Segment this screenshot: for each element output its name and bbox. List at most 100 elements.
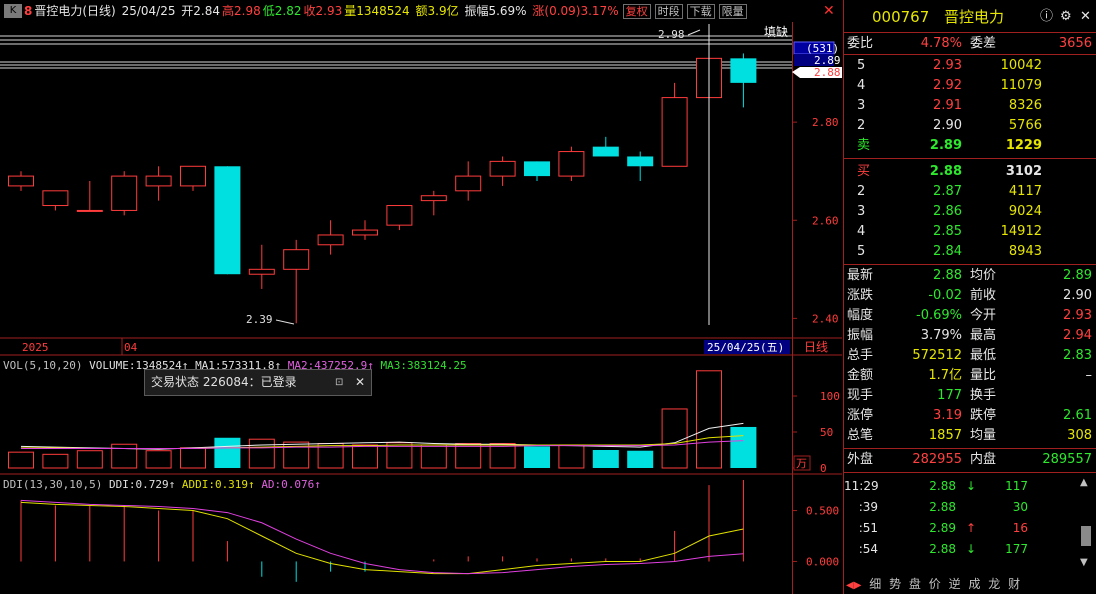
ask-row[interactable]: 3 2.91 8326 <box>844 96 1096 116</box>
stat-label: 最低 <box>970 348 997 363</box>
bid-row[interactable]: 5 2.84 8943 <box>844 242 1096 262</box>
tick-volume: 30 <box>1012 500 1028 514</box>
ask-row[interactable]: 2 2.90 5766 <box>844 116 1096 136</box>
stat-row: 总笔 1857 均量 308 <box>844 426 1096 446</box>
tick-time: :51 <box>858 521 878 535</box>
stat-value: -0.69% <box>916 308 962 323</box>
ask-level: 5 <box>857 58 866 73</box>
close-icon[interactable]: ✕ <box>355 370 365 395</box>
bid-level: 3 <box>857 204 866 219</box>
stat-label: 今开 <box>970 308 997 323</box>
kline-icon[interactable]: K <box>4 4 22 18</box>
stat-label: 现手 <box>847 388 874 403</box>
tab-trades[interactable]: 成 <box>968 574 980 594</box>
tab-trend[interactable]: 势 <box>889 574 901 594</box>
candle-body <box>248 268 275 275</box>
candle-body <box>455 175 482 192</box>
tab-detail[interactable]: 细 <box>869 574 881 594</box>
bar-open: 开2.84 <box>181 4 221 18</box>
commission-ratio-label: 委比 <box>847 36 874 51</box>
stat-value: 2.89 <box>1063 268 1092 283</box>
ad-line <box>20 499 744 575</box>
candle-body <box>558 151 585 177</box>
tab-price[interactable]: 价 <box>929 574 941 594</box>
bid-row[interactable]: 买 2.88 3102 <box>844 162 1096 182</box>
panel-tabs[interactable]: ◀▶ 细 势 盘 价 逆 成 龙 财 <box>844 574 1096 594</box>
stat-label: 最高 <box>970 328 997 343</box>
tab-dragon[interactable]: 龙 <box>988 574 1000 594</box>
stat-value: 2.90 <box>1063 288 1092 303</box>
stat-label: 涨跌 <box>847 288 874 303</box>
download-button[interactable]: 下载 <box>686 4 715 19</box>
bid-level: 买 <box>857 164 871 179</box>
candle-body <box>111 175 138 211</box>
stat-label: 总手 <box>847 348 874 363</box>
bid-row[interactable]: 2 2.87 4117 <box>844 182 1096 202</box>
bid-volume: 8943 <box>1008 244 1042 259</box>
tick-price: 2.88 <box>929 479 956 493</box>
tick-row: :39 2.88 30 <box>844 497 1096 517</box>
tab-finance[interactable]: 财 <box>1008 574 1020 594</box>
vol-axis-label: 100 <box>820 390 840 403</box>
bar-close: 收2.93 <box>303 4 343 18</box>
bid-price: 2.84 <box>933 244 962 259</box>
tab-book[interactable]: 盘 <box>909 574 921 594</box>
volume-bar <box>111 443 138 469</box>
bar-amount: 额3.9亿 <box>415 4 459 18</box>
info-icon[interactable]: ⓘ <box>1040 6 1053 28</box>
volume-bar <box>489 443 516 469</box>
stat-label: 前收 <box>970 288 997 303</box>
limit-button[interactable]: 限量 <box>718 4 747 19</box>
stat-row: 振幅 3.79% 最高 2.94 <box>844 326 1096 346</box>
bid-level: 5 <box>857 244 866 259</box>
tab-reverse[interactable]: 逆 <box>949 574 961 594</box>
restore-button[interactable]: 复权 <box>622 4 651 19</box>
stock-code: 000767 <box>872 8 930 26</box>
tick-time: :54 <box>858 542 878 556</box>
tick-volume: 177 <box>1005 542 1028 556</box>
tick-row: 11:29 2.88 ↓ 117 <box>844 476 1096 496</box>
bid-row[interactable]: 3 2.86 9024 <box>844 202 1096 222</box>
stock-title: 晋控电力(日线) <box>34 4 116 18</box>
tick-scrollbar[interactable]: ▲ ▼ <box>1080 478 1092 570</box>
bid-level: 4 <box>857 224 866 239</box>
bid-volume: 9024 <box>1008 204 1042 219</box>
pin-icon[interactable]: ⊡ <box>335 370 343 395</box>
stat-label: 换手 <box>970 388 997 403</box>
close-icon[interactable]: ✕ <box>1080 6 1091 28</box>
candle-body <box>42 190 69 207</box>
volume-bar <box>627 450 654 468</box>
tab-prev-icon[interactable]: ◀▶ <box>846 576 861 594</box>
ask-row[interactable]: 卖 2.89 1229 <box>844 136 1096 156</box>
ask-volume: 1229 <box>1005 138 1042 153</box>
bid-volume: 3102 <box>1005 164 1042 179</box>
tick-row: :51 2.89 ↑ 16 <box>844 518 1096 538</box>
stat-row: 最新 2.88 均价 2.89 <box>844 266 1096 286</box>
stat-value: 572512 <box>912 348 962 363</box>
ask-volume: 5766 <box>1008 118 1042 133</box>
volume-bar <box>180 447 206 469</box>
candle-body <box>76 209 103 212</box>
ask-row[interactable]: 4 2.92 11079 <box>844 76 1096 96</box>
ask-volume: 11079 <box>1000 78 1042 93</box>
close-icon[interactable]: ✕ <box>823 0 835 22</box>
outer-volume: 282955 <box>912 452 962 467</box>
price-axis-label: 2.60 <box>812 214 839 227</box>
ask-volume: 10042 <box>1000 58 1042 73</box>
vol-axis-label: 0 <box>820 462 827 475</box>
bid-row[interactable]: 4 2.85 14912 <box>844 222 1096 242</box>
time-period-button[interactable]: 时段 <box>654 4 683 19</box>
stat-label: 金额 <box>847 368 874 383</box>
trade-status-popup: 交易状态 226084：已登录 ⊡ ✕ <box>144 369 372 396</box>
bar-amplitude: 振幅5.69% <box>464 4 527 18</box>
stat-value: 2.93 <box>1063 308 1092 323</box>
kline-chart[interactable]: 2.802.602.40(531)2.892.882.982.39填缺2025 0… <box>0 0 842 594</box>
candle-body <box>524 161 550 177</box>
stat-row: 总手 572512 最低 2.83 <box>844 346 1096 366</box>
volume-bar <box>248 438 275 469</box>
tick-price: 2.89 <box>929 521 956 535</box>
settings-icon[interactable]: ⚙ <box>1060 6 1072 28</box>
addi-line <box>20 501 744 575</box>
stat-label: 量比 <box>970 368 997 383</box>
ask-row[interactable]: 5 2.93 10042 <box>844 56 1096 76</box>
